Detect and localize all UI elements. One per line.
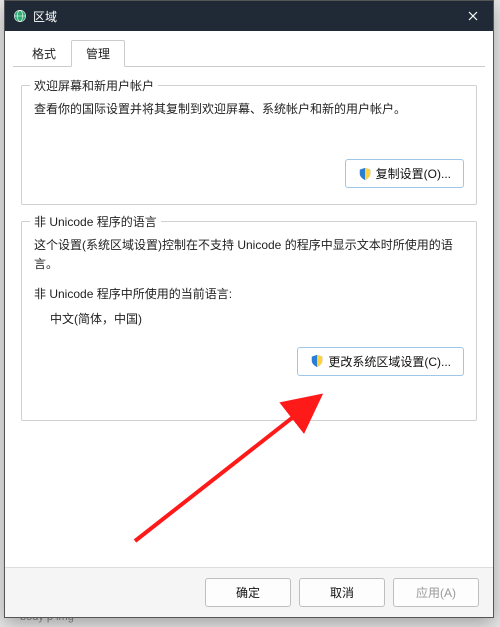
shield-icon: [310, 354, 324, 368]
group-welcome: 欢迎屏幕和新用户帐户 查看你的国际设置并将其复制到欢迎屏幕、系统帐户和新的用户帐…: [21, 85, 477, 205]
group-nonunicode-title: 非 Unicode 程序的语言: [30, 213, 161, 230]
cancel-button[interactable]: 取消: [299, 578, 385, 607]
dialog-content: 格式 管理 欢迎屏幕和新用户帐户 查看你的国际设置并将其复制到欢迎屏幕、系统帐户…: [5, 31, 493, 517]
change-locale-button[interactable]: 更改系统区域设置(C)...: [297, 347, 464, 376]
close-button[interactable]: [453, 1, 493, 31]
ok-button[interactable]: 确定: [205, 578, 291, 607]
tab-body-admin: 欢迎屏幕和新用户帐户 查看你的国际设置并将其复制到欢迎屏幕、系统帐户和新的用户帐…: [13, 79, 485, 517]
window-title: 区域: [33, 8, 453, 25]
titlebar: 区域: [5, 1, 493, 31]
spacer: [21, 437, 477, 517]
group-nonunicode-desc: 这个设置(系统区域设置)控制在不支持 Unicode 的程序中显示文本时所使用的…: [34, 236, 464, 274]
copy-settings-label: 复制设置(O)...: [376, 165, 451, 182]
current-lang-value: 中文(简体，中国): [34, 310, 464, 329]
region-dialog: 区域 格式 管理 欢迎屏幕和新用户帐户 查看你的国际设置并将其复制到欢迎屏幕、系…: [4, 0, 494, 618]
change-locale-label: 更改系统区域设置(C)...: [328, 353, 451, 370]
group-welcome-title: 欢迎屏幕和新用户帐户: [30, 77, 158, 94]
copy-settings-button[interactable]: 复制设置(O)...: [345, 159, 464, 188]
group-nonunicode: 非 Unicode 程序的语言 这个设置(系统区域设置)控制在不支持 Unico…: [21, 221, 477, 421]
tab-format[interactable]: 格式: [17, 40, 71, 67]
shield-icon: [358, 167, 372, 181]
group-welcome-desc: 查看你的国际设置并将其复制到欢迎屏幕、系统帐户和新的用户帐户。: [34, 100, 464, 119]
apply-button[interactable]: 应用(A): [393, 578, 479, 607]
current-lang-label: 非 Unicode 程序中所使用的当前语言:: [34, 285, 464, 304]
tab-admin[interactable]: 管理: [71, 40, 125, 67]
tabs: 格式 管理: [13, 39, 485, 67]
dialog-footer: 确定 取消 应用(A): [5, 567, 493, 617]
globe-icon: [13, 9, 27, 23]
